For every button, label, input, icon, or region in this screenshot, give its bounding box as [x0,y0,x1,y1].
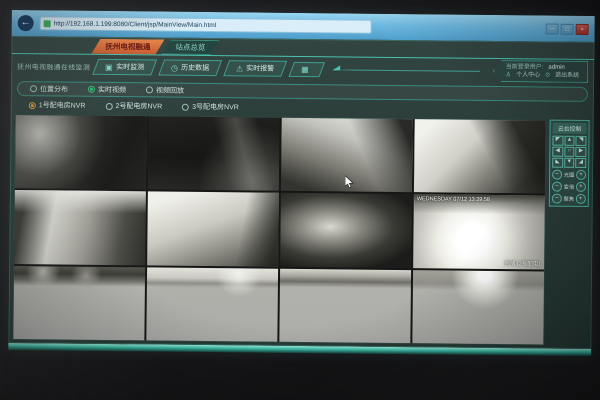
monitor-icon: ▣ [105,62,113,71]
logout-icon: ⊙ [545,72,550,80]
screen: ← ─ □ × 抚州电视融通 站点总览 抚州电视融通在线监测 [8,10,595,356]
camera-osd-label: 西埔 (2号配电) [504,259,540,267]
ptz-pan-downleft-button[interactable]: ◣ [552,158,563,168]
ptz-tilt-up-button[interactable]: ▲ [564,136,575,146]
realtime-monitor-button[interactable]: ▣ 实时监测 [92,59,157,76]
camera-tile-6[interactable] [147,192,279,267]
tab-site-overview[interactable]: 站点总览 [161,40,219,56]
url-box[interactable] [40,16,372,33]
ptz-focus-row: − 聚焦 + [552,194,586,204]
monitor-photo: ← ─ □ × 抚州电视融通 站点总览 抚州电视融通在线监测 [0,0,600,400]
ptz-pan-upright-button[interactable]: ◥ [576,136,587,146]
zoom-label: 变倍 [564,183,575,191]
zoom-in-button[interactable]: + [576,182,586,192]
camera-tile-4[interactable] [414,119,546,194]
camera-tile-12[interactable] [412,270,544,345]
camera-tile-10[interactable] [146,267,278,342]
ptz-pan-downright-button[interactable]: ◢ [576,158,587,168]
hud-divider-line [334,69,479,72]
window-controls: ─ □ × [546,23,589,34]
profile-link[interactable]: 个人中心 [516,71,540,79]
radio-nvr-3[interactable]: 3号配电房NVR [182,102,239,113]
ptz-iris-row: − 光圈 + [552,170,586,180]
logout-link[interactable]: 退出系统 [555,72,579,80]
focus-near-button[interactable]: − [552,194,562,204]
main-area: WEDNESDAY 07/12 13:39:58 西埔 (2号配电) 云台控制 … [8,113,593,349]
ptz-pan-left-button[interactable]: ◀ [552,147,563,157]
ptz-zoom-row: − 变倍 + [552,182,586,192]
camera-tile-9[interactable] [13,266,145,341]
ptz-panel-title: 云台控制 [553,123,587,134]
camera-osd-timestamp: WEDNESDAY 07/12 13:39:58 [417,197,490,204]
radio-nvr-2[interactable]: 2号配电房NVR [105,101,162,112]
radio-video-playback[interactable]: 视频回放 [146,85,184,95]
mouse-cursor [345,175,354,193]
camera-tile-5[interactable] [14,190,146,265]
camera-tile-1[interactable] [15,115,147,190]
radio-selected-icon [29,102,36,109]
realtime-alarm-button[interactable]: ⚠ 实时报警 [223,60,287,77]
site-favicon [44,20,51,27]
alarm-icon: ⚠ [236,64,243,73]
radio-icon [105,102,112,109]
focus-far-button[interactable]: + [576,194,586,204]
tab-video-monitor[interactable]: 抚州电视融通 [91,39,164,55]
radio-live-video[interactable]: 实时视频 [88,84,126,94]
close-button[interactable]: × [576,23,589,34]
focus-label: 聚焦 [563,195,574,203]
ptz-tilt-down-button[interactable]: ▼ [564,158,575,168]
page-title: 抚州电视融通在线监测 [17,61,90,72]
ptz-auto-scan-button[interactable]: ○ [564,147,575,157]
ptz-dpad: ◤ ▲ ◥ ◀ ○ ▶ ◣ ▼ ◢ [552,136,586,168]
zoom-out-button[interactable]: − [552,182,562,192]
camera-tile-2[interactable] [148,116,280,191]
login-label: 当前登录用户: [506,63,544,71]
ptz-pan-right-button[interactable]: ▶ [576,147,587,157]
url-input[interactable] [54,20,368,30]
history-data-button[interactable]: ◷ 历史数据 [158,60,222,77]
radio-nvr-1[interactable]: 1号配电房NVR [29,100,86,111]
video-button[interactable]: ▦ [288,61,324,76]
iris-label: 光圈 [564,171,575,179]
radio-icon [182,103,189,110]
ptz-pan-upleft-button[interactable]: ◤ [552,136,563,146]
iris-plus-button[interactable]: + [576,170,586,180]
video-wall: WEDNESDAY 07/12 13:39:58 西埔 (2号配电) [12,114,546,346]
radio-location-map[interactable]: 位置分布 [30,84,68,94]
radio-icon [30,85,37,92]
person-icon: ♙ [506,71,511,79]
radio-selected-icon [88,86,95,93]
toolbar: ▣ 实时监测 ◷ 历史数据 ⚠ 实时报警 ▦ [95,59,321,77]
history-icon: ◷ [171,63,178,72]
surveillance-app: 抚州电视融通 站点总览 抚州电视融通在线监测 ▣ 实时监测 ◷ 历史数据 ⚠ [8,36,594,349]
maximize-button[interactable]: □ [561,23,574,34]
ptz-control-panel: 云台控制 ◤ ▲ ◥ ◀ ○ ▶ ◣ ▼ ◢ − 光圈 [549,120,590,207]
titlebar-spacer [378,27,540,29]
camera-tile-8[interactable]: WEDNESDAY 07/12 13:39:58 西埔 (2号配电) [413,195,545,270]
video-icon: ▦ [301,64,309,73]
back-button[interactable]: ← [18,15,34,31]
user-panel: 当前登录用户: admin ♙ 个人中心 ⊙ 退出系统 [493,60,589,83]
username: admin [548,64,564,72]
camera-tile-11[interactable] [279,268,411,343]
radio-icon [146,86,153,93]
camera-tile-7[interactable] [280,193,412,268]
minimize-button[interactable]: ─ [546,23,559,34]
iris-minus-button[interactable]: − [552,170,562,180]
